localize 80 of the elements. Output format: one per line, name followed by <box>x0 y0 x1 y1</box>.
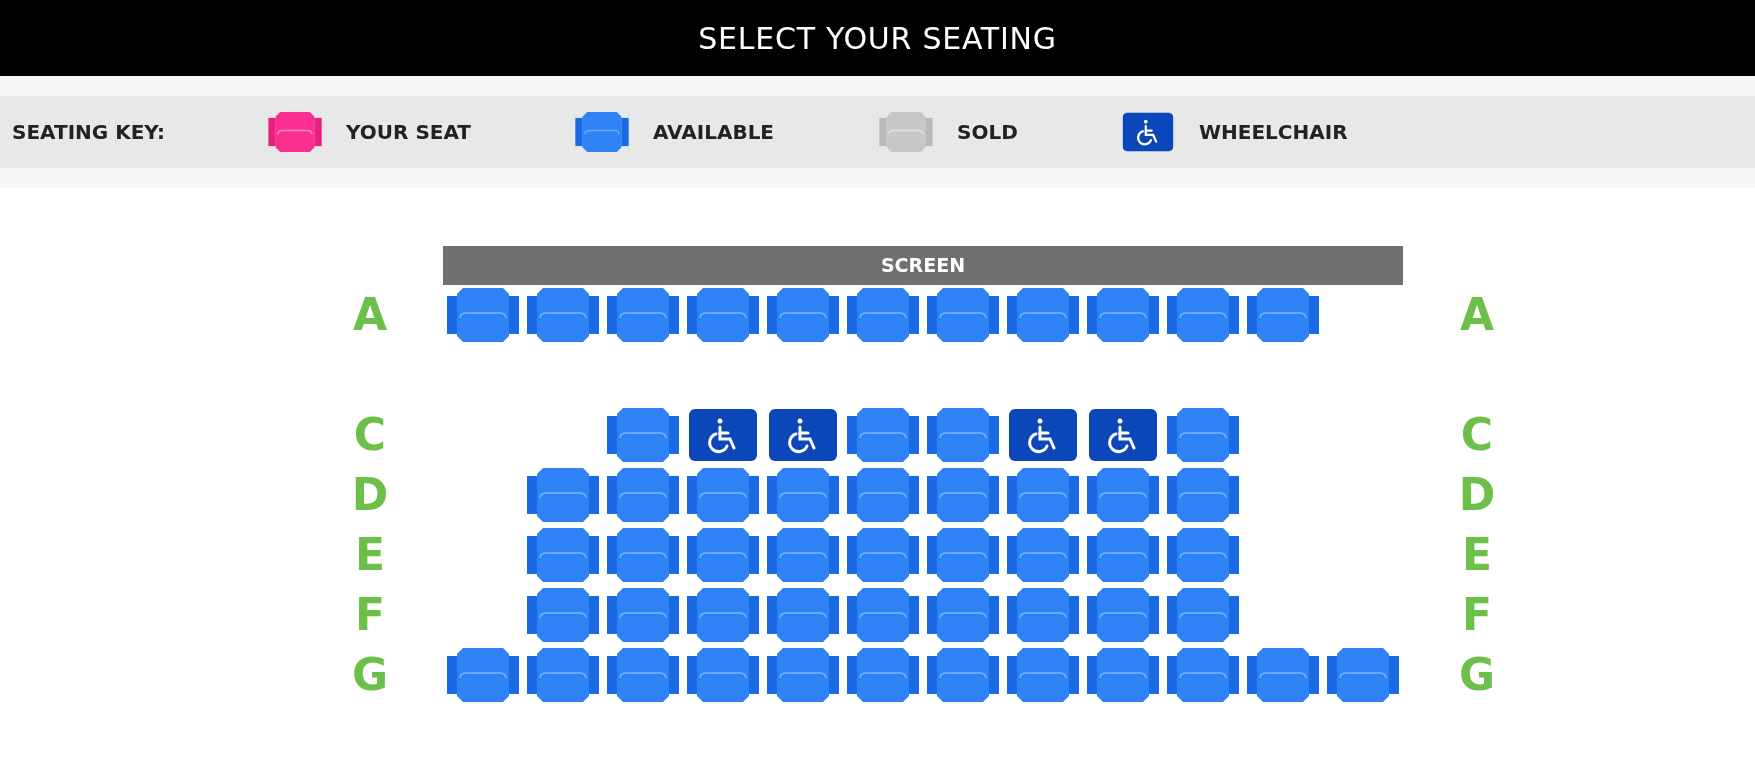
wheelchair-seat[interactable] <box>767 408 839 462</box>
seat[interactable] <box>527 648 599 702</box>
seat[interactable] <box>1087 288 1159 342</box>
seat[interactable] <box>1247 648 1319 702</box>
row-label: F <box>1460 593 1494 637</box>
seat[interactable] <box>687 528 759 582</box>
seat[interactable] <box>447 648 519 702</box>
seat[interactable] <box>687 288 759 342</box>
seat[interactable] <box>927 588 999 642</box>
row-label: F <box>353 593 387 637</box>
seat[interactable] <box>607 288 679 342</box>
seat[interactable] <box>1167 588 1239 642</box>
seat[interactable] <box>1007 468 1079 522</box>
key-label: AVAILABLE <box>653 119 775 146</box>
seat[interactable] <box>447 288 519 342</box>
seat[interactable] <box>1007 648 1079 702</box>
seat[interactable] <box>607 648 679 702</box>
key-label: WHEELCHAIR <box>1199 119 1348 146</box>
seat[interactable] <box>847 528 919 582</box>
seat[interactable] <box>1167 528 1239 582</box>
row-label: D <box>1457 473 1497 517</box>
row-label: D <box>350 473 390 517</box>
seat[interactable] <box>1167 468 1239 522</box>
seat[interactable] <box>1167 648 1239 702</box>
seat[interactable] <box>1167 408 1239 462</box>
key-label: YOUR SEAT <box>346 119 471 146</box>
seat[interactable] <box>607 408 679 462</box>
seat[interactable] <box>847 468 919 522</box>
seat[interactable] <box>847 648 919 702</box>
key-title: SEATING KEY: <box>11 119 167 146</box>
seat[interactable] <box>847 588 919 642</box>
row-label: G <box>1457 653 1497 697</box>
seat[interactable] <box>767 528 839 582</box>
seat[interactable] <box>1327 648 1399 702</box>
key-label: SOLD <box>957 119 1018 146</box>
seat[interactable] <box>1007 588 1079 642</box>
page-title: SELECT YOUR SEATING <box>698 19 1057 58</box>
screen-bar: SCREEN <box>443 246 1403 285</box>
seat[interactable] <box>927 648 999 702</box>
wheelchair-seat[interactable] <box>687 408 759 462</box>
seat[interactable] <box>527 288 599 342</box>
seat[interactable] <box>927 288 999 342</box>
seat[interactable] <box>527 588 599 642</box>
seat[interactable] <box>767 288 839 342</box>
seat[interactable] <box>1087 588 1159 642</box>
row-label: C <box>352 413 388 457</box>
row-label: E <box>353 533 387 577</box>
row-label: E <box>1460 533 1494 577</box>
seat[interactable] <box>1007 288 1079 342</box>
wheelchair-seat[interactable] <box>1087 408 1159 462</box>
seat-icon <box>877 112 935 152</box>
row-label: A <box>1458 293 1496 337</box>
seat[interactable] <box>1087 648 1159 702</box>
seat[interactable] <box>527 528 599 582</box>
seat[interactable] <box>1087 528 1159 582</box>
seat[interactable] <box>607 588 679 642</box>
seat[interactable] <box>687 648 759 702</box>
seat[interactable] <box>527 468 599 522</box>
seat[interactable] <box>687 468 759 522</box>
seat[interactable] <box>1087 468 1159 522</box>
seat[interactable] <box>1007 528 1079 582</box>
wheelchair-seat[interactable] <box>1007 408 1079 462</box>
seat[interactable] <box>767 648 839 702</box>
seat[interactable] <box>1247 288 1319 342</box>
row-label: G <box>350 653 390 697</box>
seat[interactable] <box>687 588 759 642</box>
seat[interactable] <box>847 288 919 342</box>
seat[interactable] <box>767 588 839 642</box>
row-label: A <box>351 293 389 337</box>
seat[interactable] <box>927 528 999 582</box>
seat[interactable] <box>767 468 839 522</box>
seat[interactable] <box>847 408 919 462</box>
seat[interactable] <box>927 468 999 522</box>
seat-icon <box>573 112 631 152</box>
seat[interactable] <box>607 468 679 522</box>
seat-icon <box>266 112 324 152</box>
seat[interactable] <box>607 528 679 582</box>
seat[interactable] <box>927 408 999 462</box>
seat[interactable] <box>1167 288 1239 342</box>
row-label: C <box>1459 413 1495 457</box>
